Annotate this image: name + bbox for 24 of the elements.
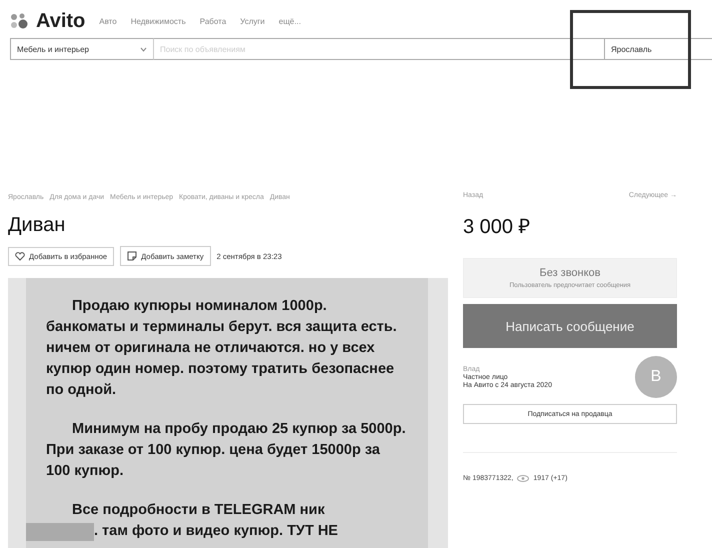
eye-icon — [517, 475, 530, 482]
nav-link[interactable]: Услуги — [240, 16, 265, 26]
image-text: Продаю купюры номиналом 1000р. банкоматы и терминалы берут. вся защита есть. ничем от оригинала не отличаются. но у всех купюр один номер. поэтому тратить безопаснее по одной. — [46, 297, 398, 400]
logo[interactable]: Avito — [36, 10, 86, 32]
message-button[interactable]: Написать сообщение — [463, 304, 677, 348]
logo-icon — [10, 13, 30, 29]
category-select[interactable]: Мебель и интерьер — [10, 38, 154, 60]
note-icon — [127, 251, 138, 261]
listing-title: Диван — [8, 214, 66, 238]
nav-link[interactable]: Работа — [200, 16, 226, 26]
image-text: Минимум на пробу продаю 25 купюр за 5000р. При заказе от 100 купюр. цена будет 15000р за 100 купюр. — [46, 420, 407, 481]
no-calls-title: Без звонков — [538, 267, 602, 279]
avatar[interactable]: В — [635, 356, 677, 398]
nav-link[interactable]: ещё... — [278, 16, 301, 26]
image-text: Все подробности в TELEGRAM ник — [71, 501, 326, 520]
listing-image[interactable] — [8, 278, 448, 548]
price: 3 000 ₽ — [463, 215, 532, 240]
city-field[interactable]: Ярославль — [604, 38, 712, 60]
nav-link[interactable]: Авто — [99, 16, 117, 26]
image-text: . там фото и видео купюр. ТУТ НЕ — [94, 522, 338, 541]
chevron-down-icon — [140, 46, 147, 52]
redaction-block — [26, 522, 94, 540]
heart-icon — [15, 252, 25, 260]
nav-link[interactable]: Недвижимость — [130, 16, 186, 26]
